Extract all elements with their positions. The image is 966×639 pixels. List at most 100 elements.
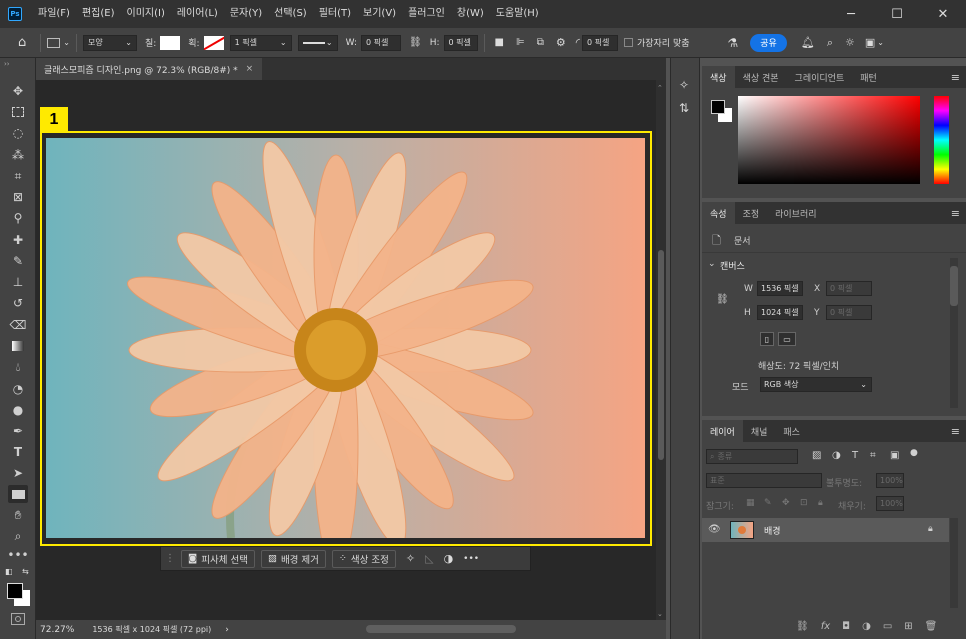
panel-menu-icon[interactable]: ≡ [951,71,960,84]
landscape-orientation-icon[interactable]: ▭ [778,332,796,346]
link-icon[interactable]: ⛓ [409,34,422,52]
crop-tool-icon[interactable]: ⌗ [8,167,28,185]
shape-mode-select[interactable]: 모양 ⌄ [82,34,137,51]
canvas-width-field[interactable]: 1536 픽셀 [757,281,803,296]
hue-slider[interactable] [934,96,949,184]
menu-edit[interactable]: 편집(E) [76,0,121,28]
portrait-orientation-icon[interactable]: ▯ [760,332,774,346]
smart-object-filter-icon[interactable]: ▣ [890,450,899,461]
tab-channels[interactable]: 채널 [743,420,776,442]
gradient-tool-icon[interactable] [8,337,28,355]
menu-file[interactable]: 파일(F) [32,0,76,28]
fill-field[interactable]: 100% [876,496,904,511]
align-edges-checkbox[interactable] [623,38,633,47]
tab-patterns[interactable]: 패턴 [852,66,885,88]
gear-icon[interactable]: ⚙ [556,34,566,52]
path-operations-icon[interactable]: ■ [495,34,504,52]
close-button[interactable]: ✕ [920,0,966,28]
adjustment-layer-icon[interactable]: ◑ [862,621,871,632]
chevron-down-icon[interactable]: ⌄ [708,259,716,269]
sparkle-icon[interactable]: ✧ [406,552,415,565]
lock-artboard-icon[interactable]: ⊡ [800,498,808,508]
dodge-tool-icon[interactable]: ◔ [8,380,28,398]
frame-tool-icon[interactable]: ⊠ [8,188,28,206]
contrast-icon[interactable]: ◑ [444,552,454,565]
tab-adjustments[interactable]: 조정 [735,202,768,224]
opacity-field[interactable]: 100% [876,473,904,488]
clone-stamp-tool-icon[interactable]: ⊥ [8,273,28,291]
flower-image[interactable] [46,138,645,538]
horizontal-scroll-thumb[interactable] [366,625,516,633]
eyedropper-tool-icon[interactable]: ⚲ [8,209,28,227]
canvas-y-field[interactable]: 0 픽셀 [826,305,872,320]
transform-icon[interactable]: ◺ [425,552,433,565]
rectangle-tool-icon[interactable] [8,485,28,503]
default-colors-icon[interactable]: ◧ [5,567,13,576]
link-layers-icon[interactable]: ⛓ [796,621,809,632]
link-icon[interactable]: ⛓ [716,294,729,305]
search-icon[interactable]: ⌕ [827,34,833,52]
healing-brush-tool-icon[interactable]: ✚ [8,231,28,249]
bell-icon[interactable]: 🔔︎ [801,34,815,52]
folder-icon[interactable]: ▭ [883,621,892,632]
menu-window[interactable]: 창(W) [451,0,490,28]
sparkle-icon[interactable]: ✧ [679,78,689,92]
maximize-button[interactable]: ☐ [874,0,920,28]
color-adjust-button[interactable]: ⁘ 색상 조정 [331,549,396,568]
scroll-down-icon[interactable]: ⌄ [657,610,663,618]
drag-handle-icon[interactable]: ⋮ [165,553,175,564]
filter-toggle-icon[interactable]: ● [910,448,918,458]
tab-layers[interactable]: 레이어 [702,420,743,442]
tab-gradients[interactable]: 그레이디언트 [787,66,853,88]
workspace-icon[interactable]: ▣ [865,34,875,52]
zoom-tool-icon[interactable]: ⌕ [8,527,28,545]
menu-help[interactable]: 도움말(H) [490,0,545,28]
layer-filter-select[interactable]: ⌕ 종류 [706,449,798,464]
layer-row[interactable]: 👁︎ 배경 🔒︎ [702,518,949,542]
tab-color[interactable]: 색상 [702,66,735,88]
marquee-tool-icon[interactable] [8,103,28,121]
stroke-swatch[interactable] [203,35,224,50]
tool-preset-picker[interactable]: ⌄ [47,34,70,52]
properties-scroll-thumb[interactable] [950,266,958,306]
burn-tool-icon[interactable]: ● [8,401,28,419]
tab-close-icon[interactable]: × [246,64,254,74]
height-field[interactable]: 0 픽셀 [443,34,478,51]
lightbulb-icon[interactable]: ☼ [845,34,855,52]
menu-plugins[interactable]: 플러그인 [402,0,451,28]
blur-tool-icon[interactable]: 💧︎ [8,358,28,376]
vertical-scrollbar[interactable]: ⌃ ⌄ [656,80,666,620]
select-subject-button[interactable]: ◙ 피사체 선택 [181,549,255,568]
lock-paint-icon[interactable]: ✎ [764,498,772,508]
menu-layer[interactable]: 레이어(L) [171,0,224,28]
stroke-type-select[interactable]: ⌄ [297,34,338,51]
menu-select[interactable]: 선택(S) [268,0,313,28]
home-icon[interactable]: ⌂ [18,34,26,52]
menu-filter[interactable]: 필터(T) [313,0,357,28]
history-brush-tool-icon[interactable]: ↺ [8,294,28,312]
minimize-button[interactable]: ─ [828,0,874,28]
lock-position-icon[interactable]: ✥ [782,498,790,508]
remove-background-button[interactable]: ▨ 배경 제거 [260,549,326,568]
magic-wand-tool-icon[interactable]: ⁂ [8,146,28,164]
type-filter-icon[interactable]: T [852,450,858,461]
pen-tool-icon[interactable]: ✒ [8,422,28,440]
adjustment-filter-icon[interactable]: ◑ [832,450,841,461]
color-field[interactable] [738,96,920,184]
flask-icon[interactable]: ⚗ [728,34,739,52]
hand-tool-icon[interactable]: ✋︎ [8,506,28,524]
more-options-icon[interactable]: ••• [463,554,479,564]
width-field[interactable]: 0 픽셀 [361,34,401,51]
layers-scrollbar[interactable] [950,518,958,608]
mode-select[interactable]: RGB 색상 ⌄ [760,377,872,392]
quick-selection-tool-icon[interactable]: ◌ [8,124,28,142]
layer-name[interactable]: 배경 [764,524,781,537]
mask-icon[interactable]: ◘ [842,621,850,632]
canvas-area[interactable]: 1 ⋮ ◙ 피사체 선택 ▨ 배경 제거 ⁘ 색상 조정 ✧ ◺ ◑ ••• [36,80,656,620]
foreground-color-swatch[interactable] [7,583,23,599]
path-alignment-icon[interactable]: ⊫ [516,34,525,52]
eye-icon[interactable]: 👁︎ [708,524,721,535]
canvas-x-field[interactable]: 0 픽셀 [826,281,872,296]
zoom-level[interactable]: 72.27% [40,625,74,635]
path-selection-tool-icon[interactable]: ➤ [8,464,28,482]
